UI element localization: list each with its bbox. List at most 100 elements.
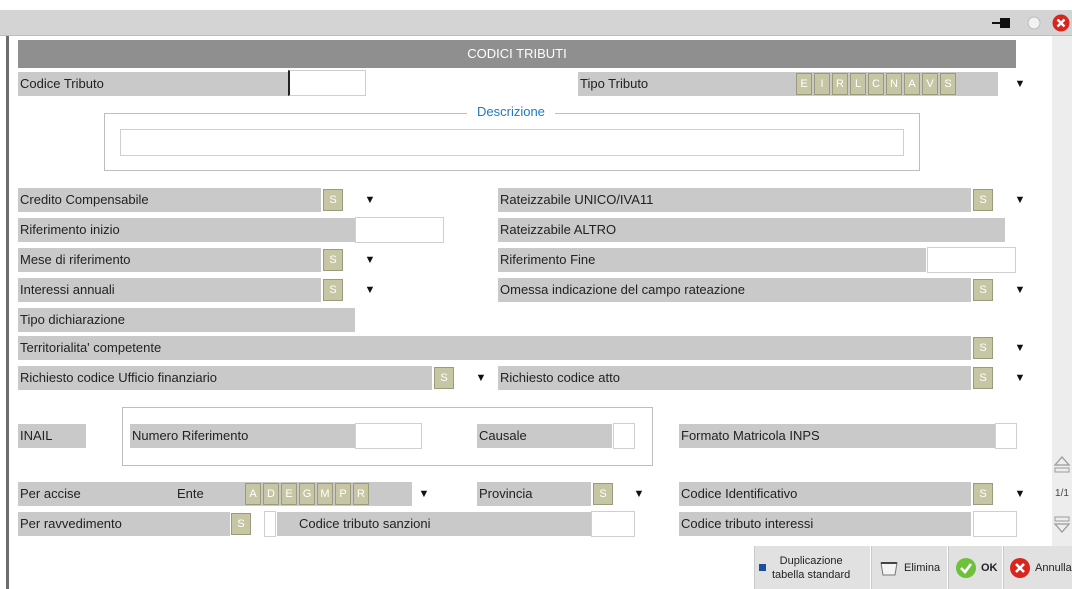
riferimento-fine-label: Riferimento Fine — [498, 248, 926, 272]
provincia-dropdown-icon[interactable]: ▼ — [631, 484, 647, 504]
ufficio-finanziario-dropdown-icon[interactable]: ▼ — [473, 368, 489, 388]
tipo-tributo-option-n[interactable]: N — [886, 73, 902, 95]
omessa-label: Omessa indicazione del campo rateazione — [498, 278, 971, 302]
ente-option-r[interactable]: R — [353, 483, 369, 505]
tipo-tributo-option-r[interactable]: R — [832, 73, 848, 95]
ente-option-g[interactable]: G — [299, 483, 315, 505]
scroll-down-icon[interactable] — [1053, 514, 1071, 536]
circle-icon[interactable] — [1024, 14, 1044, 32]
checkmark-icon — [956, 557, 976, 578]
elimina-label: Elimina — [904, 561, 941, 574]
per-ravvedimento-label: Per ravvedimento — [18, 512, 230, 536]
codice-tributo-input[interactable] — [288, 70, 366, 96]
credito-compensabile-label: Credito Compensabile — [18, 188, 321, 212]
tipo-tributo-option-s[interactable]: S — [940, 73, 956, 95]
causale-label: Causale — [477, 424, 612, 448]
tipo-tributo-option-l[interactable]: L — [850, 73, 866, 95]
inail-label: INAIL — [18, 424, 86, 448]
window-left-edge — [6, 36, 9, 589]
per-ravvedimento-value[interactable]: S — [231, 513, 251, 535]
credito-compensabile-dropdown-icon[interactable]: ▼ — [362, 190, 378, 210]
territorialita-dropdown-icon[interactable]: ▼ — [1012, 338, 1028, 358]
riferimento-inizio-label: Riferimento inizio — [18, 218, 355, 242]
formato-matricola-label: Formato Matricola INPS — [679, 424, 995, 448]
tipo-tributo-label: Tipo Tributo — [578, 72, 793, 96]
page-indicator: 1/1 — [1055, 488, 1069, 499]
ente-dropdown-icon[interactable]: ▼ — [416, 484, 432, 504]
rateizzabile-unico-value[interactable]: S — [973, 189, 993, 211]
interessi-annuali-value[interactable]: S — [323, 279, 343, 301]
codice-atto-dropdown-icon[interactable]: ▼ — [1012, 368, 1028, 388]
duplicazione-label-line2: tabella standard — [772, 568, 851, 581]
duplicazione-icon — [759, 564, 766, 571]
mese-riferimento-value[interactable]: S — [323, 249, 343, 271]
per-ravvedimento-input[interactable] — [264, 511, 276, 537]
close-icon[interactable] — [1050, 14, 1072, 32]
per-accise-text: Per accise — [20, 486, 81, 501]
descrizione-input[interactable] — [120, 129, 904, 156]
pin-icon[interactable] — [988, 14, 1016, 32]
numero-riferimento-input[interactable] — [355, 423, 422, 449]
numero-riferimento-label: Numero Riferimento — [130, 424, 355, 448]
ente-option-e[interactable]: E — [281, 483, 297, 505]
ufficio-finanziario-label: Richiesto codice Ufficio finanziario — [18, 366, 432, 390]
codice-tributo-label: Codice Tributo — [18, 72, 288, 96]
tipo-tributo-option-a[interactable]: A — [904, 73, 920, 95]
codice-identificativo-value[interactable]: S — [973, 483, 993, 505]
codice-identificativo-dropdown-icon[interactable]: ▼ — [1012, 484, 1028, 504]
omessa-dropdown-icon[interactable]: ▼ — [1012, 280, 1028, 300]
annulla-button[interactable]: Annulla — [1003, 546, 1072, 589]
scroll-up-icon[interactable] — [1053, 453, 1071, 475]
elimina-button[interactable]: Elimina — [871, 546, 947, 589]
formato-matricola-input[interactable] — [995, 423, 1017, 449]
duplicazione-button[interactable]: Duplicazione tabella standard — [754, 546, 870, 589]
riferimento-fine-input[interactable] — [927, 247, 1016, 273]
mese-riferimento-dropdown-icon[interactable]: ▼ — [362, 250, 378, 270]
window-titlebar — [0, 10, 1072, 36]
ente-options-strip: ADEGMPR — [242, 482, 412, 506]
rateizzabile-unico-label: Rateizzabile UNICO/IVA11 — [498, 188, 971, 212]
tipo-tributo-option-i[interactable]: I — [814, 73, 830, 95]
form-title: CODICI TRIBUTI — [18, 40, 1016, 68]
interessi-annuali-label: Interessi annuali — [18, 278, 321, 302]
duplicazione-label-line1: Duplicazione — [779, 554, 843, 567]
tipo-tributo-option-e[interactable]: E — [796, 73, 812, 95]
mese-riferimento-label: Mese di riferimento — [18, 248, 321, 272]
rateizzabile-unico-dropdown-icon[interactable]: ▼ — [1012, 190, 1028, 210]
ente-option-m[interactable]: M — [317, 483, 333, 505]
territorialita-label: Territorialita' competente — [18, 336, 971, 360]
codice-sanzioni-label: Codice tributo sanzioni — [277, 512, 591, 536]
ente-label: Ente — [177, 486, 204, 501]
rateizzabile-altro-label: Rateizzabile ALTRO — [498, 218, 1005, 242]
descrizione-legend: Descrizione — [467, 104, 555, 119]
codice-interessi-label: Codice tributo interessi — [679, 512, 971, 536]
ok-button[interactable]: OK — [948, 546, 1002, 589]
ente-option-d[interactable]: D — [263, 483, 279, 505]
codice-sanzioni-input[interactable] — [591, 511, 635, 537]
provincia-value[interactable]: S — [593, 483, 613, 505]
eraser-icon — [880, 561, 898, 575]
codice-atto-value[interactable]: S — [973, 367, 993, 389]
annulla-label: Annulla — [1035, 561, 1072, 574]
cancel-icon — [1010, 557, 1030, 578]
tipo-tributo-options-strip: EIRLCNAVS — [793, 72, 998, 96]
tipo-dichiarazione-label: Tipo dichiarazione — [18, 308, 355, 332]
territorialita-value[interactable]: S — [973, 337, 993, 359]
tipo-tributo-option-v[interactable]: V — [922, 73, 938, 95]
ente-option-a[interactable]: A — [245, 483, 261, 505]
riferimento-inizio-input[interactable] — [355, 217, 444, 243]
ok-label: OK — [981, 561, 998, 574]
provincia-label: Provincia — [477, 482, 591, 506]
omessa-value[interactable]: S — [973, 279, 993, 301]
tipo-tributo-option-c[interactable]: C — [868, 73, 884, 95]
tipo-tributo-dropdown-icon[interactable]: ▼ — [1012, 74, 1028, 94]
ufficio-finanziario-value[interactable]: S — [434, 367, 454, 389]
codice-interessi-input[interactable] — [973, 511, 1017, 537]
codice-atto-label: Richiesto codice atto — [498, 366, 971, 390]
vertical-scrollbar[interactable] — [1052, 36, 1072, 589]
credito-compensabile-value[interactable]: S — [323, 189, 343, 211]
codice-identificativo-label: Codice Identificativo — [679, 482, 971, 506]
interessi-annuali-dropdown-icon[interactable]: ▼ — [362, 280, 378, 300]
ente-option-p[interactable]: P — [335, 483, 351, 505]
causale-input[interactable] — [613, 423, 635, 449]
